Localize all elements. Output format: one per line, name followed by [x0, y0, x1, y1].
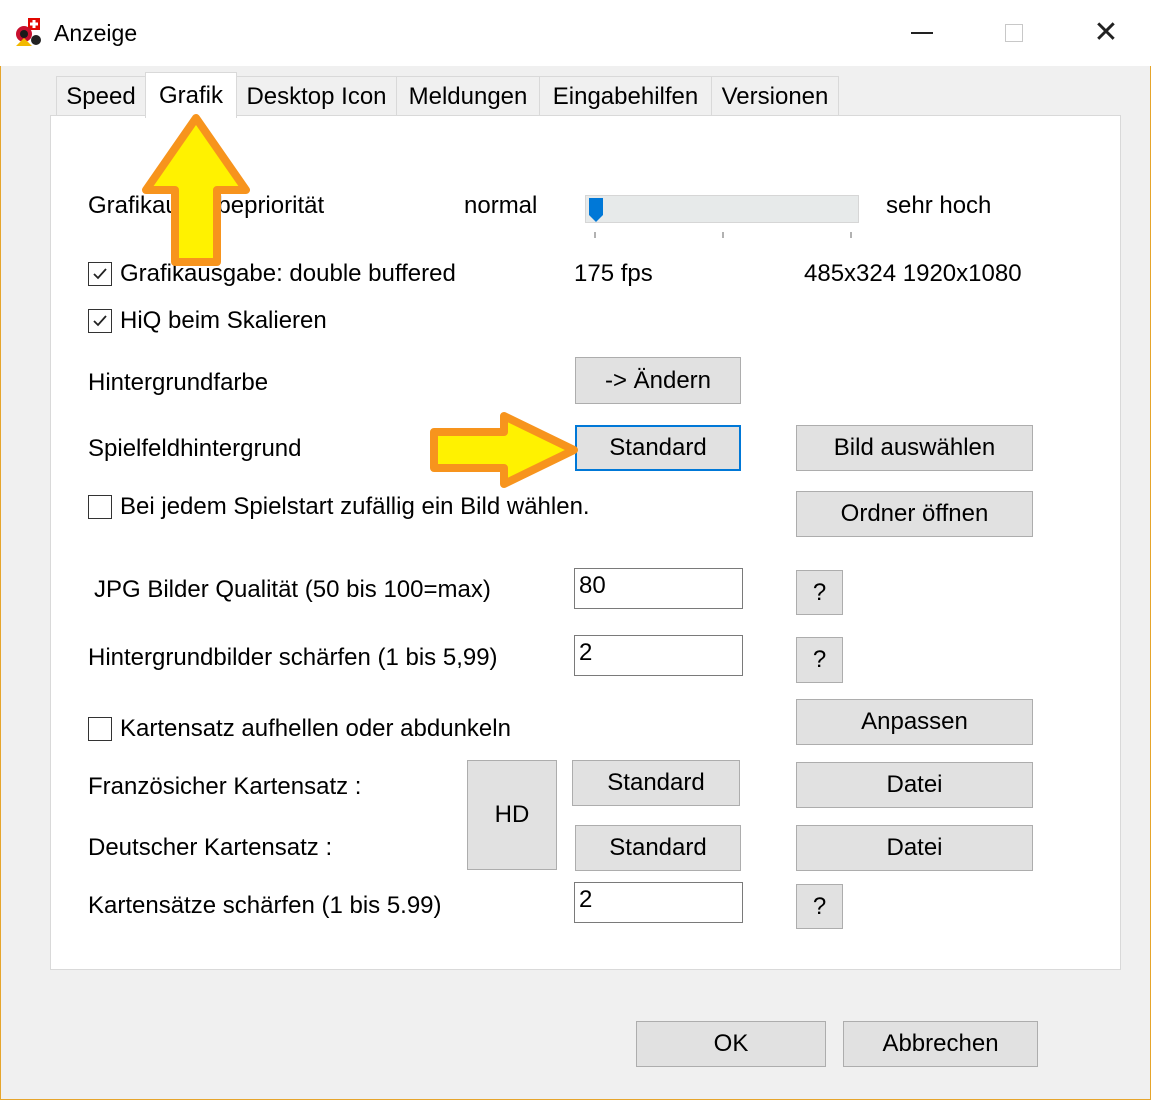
right-arrow-annotation [430, 412, 578, 488]
field-bg-label: Spielfeldhintergrund [88, 435, 302, 462]
german-standard-button[interactable]: Standard [575, 825, 741, 871]
minimize-button[interactable] [876, 0, 968, 66]
sharpen-bg-help-button[interactable]: ? [796, 637, 843, 683]
random-image-checkbox[interactable] [88, 495, 112, 519]
up-arrow-annotation [142, 114, 250, 266]
sharpen-cards-help-button[interactable]: ? [796, 884, 843, 929]
ok-button[interactable]: OK [636, 1021, 826, 1067]
checkmark-icon [93, 268, 107, 280]
bg-color-label: Hintergrundfarbe [88, 369, 269, 396]
tab-speed[interactable]: Speed [56, 76, 146, 116]
resolution-readout: 485x324 1920x1080 [804, 260, 1022, 287]
cardset-brightness-label: Kartensatz aufhellen oder abdunkeln [120, 715, 511, 742]
tab-desktop-icon[interactable]: Desktop Icon [236, 76, 397, 116]
minimize-icon [911, 32, 933, 34]
jpg-quality-field[interactable]: 80 [574, 568, 743, 609]
slider-thumb[interactable] [588, 197, 604, 223]
tab-eingabehilfen[interactable]: Eingabehilfen [539, 76, 712, 116]
title-bar: Anzeige ✕ [0, 0, 1151, 66]
german-cardset-label: Deutscher Kartensatz : [88, 834, 333, 861]
maximize-icon [1005, 24, 1023, 42]
adjust-button[interactable]: Anpassen [796, 699, 1033, 745]
close-icon: ✕ [1093, 15, 1119, 50]
slider-ticks [594, 232, 852, 238]
open-folder-button[interactable]: Ordner öffnen [796, 491, 1033, 537]
hiq-checkbox[interactable] [88, 309, 112, 333]
french-cardset-label: Französicher Kartensatz : [88, 773, 362, 800]
french-file-button[interactable]: Datei [796, 762, 1033, 808]
random-image-label: Bei jedem Spielstart zufällig ein Bild w… [120, 493, 590, 520]
fps-readout: 175 fps [574, 260, 653, 287]
hiq-label: HiQ beim Skalieren [120, 307, 327, 334]
sharpen-cards-label: Kartensätze schärfen (1 bis 5.99) [88, 892, 442, 919]
slider-min-label: normal [464, 192, 538, 219]
app-icon [16, 18, 41, 46]
window-title: Anzeige [54, 20, 138, 46]
sharpen-bg-field[interactable]: 2 [574, 635, 743, 676]
choose-image-button[interactable]: Bild auswählen [796, 425, 1033, 471]
double-buffered-checkbox[interactable] [88, 262, 112, 286]
standard-bg-button[interactable]: Standard [575, 425, 741, 471]
jpg-quality-label: JPG Bilder Qualität (50 bis 100=max) [94, 576, 491, 603]
close-button[interactable]: ✕ [1060, 0, 1151, 66]
checkmark-icon [93, 315, 107, 327]
priority-slider[interactable] [585, 195, 859, 223]
cancel-button[interactable]: Abbrechen [843, 1021, 1038, 1067]
change-bg-color-button[interactable]: -> Ändern [575, 357, 741, 404]
tab-meldungen[interactable]: Meldungen [396, 76, 540, 116]
maximize-button[interactable] [968, 0, 1060, 66]
sharpen-cards-field[interactable]: 2 [574, 882, 743, 923]
french-standard-button[interactable]: Standard [572, 760, 740, 806]
sharpen-bg-label: Hintergrundbilder schärfen (1 bis 5,99) [88, 644, 498, 671]
german-file-button[interactable]: Datei [796, 825, 1033, 871]
tab-versionen[interactable]: Versionen [711, 76, 839, 116]
slider-max-label: sehr hoch [886, 192, 992, 219]
cardset-brightness-checkbox[interactable] [88, 717, 112, 741]
jpg-quality-help-button[interactable]: ? [796, 570, 843, 615]
hd-button[interactable]: HD [467, 760, 557, 870]
